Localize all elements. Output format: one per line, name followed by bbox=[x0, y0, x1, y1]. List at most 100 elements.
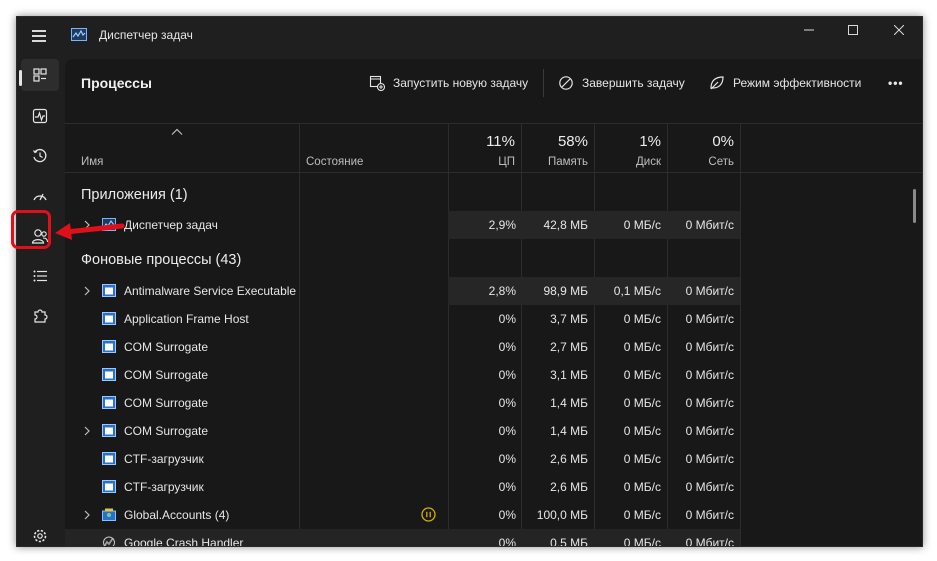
expand-chevron-icon[interactable] bbox=[83, 510, 91, 520]
disk-value: 0,1 МБ/с bbox=[613, 284, 661, 298]
nav-startup-apps[interactable] bbox=[21, 180, 59, 212]
paused-status-icon bbox=[421, 507, 436, 522]
table-row[interactable]: COM Surrogate 0% 2,7 МБ 0 МБ/с 0 Мбит/с bbox=[65, 333, 922, 361]
leaf-icon bbox=[710, 76, 724, 90]
efficiency-mode-label: Режим эффективности bbox=[733, 76, 862, 90]
vertical-scrollbar[interactable] bbox=[913, 189, 916, 223]
table-row[interactable]: COM Surrogate 0% 1,4 МБ 0 МБ/с 0 Мбит/с bbox=[65, 417, 922, 445]
memory-value: 2,7 МБ bbox=[550, 340, 588, 354]
network-value: 0 Мбит/с bbox=[685, 508, 734, 522]
table-row[interactable]: CTF-загрузчик 0% 2,6 МБ 0 МБ/с 0 Мбит/с bbox=[65, 445, 922, 473]
group-title-apps: Приложения (1) bbox=[81, 187, 188, 203]
disk-total: 1% bbox=[639, 133, 661, 150]
task-manager-process-icon bbox=[102, 218, 116, 231]
toolbar: Процессы Запустить новую задачу Завершит… bbox=[65, 59, 922, 107]
window-process-icon bbox=[102, 312, 116, 325]
window-process-icon bbox=[102, 368, 116, 381]
table-row[interactable]: Antimalware Service Executable 2,8% 98,9… bbox=[65, 277, 922, 305]
memory-value: 2,6 МБ bbox=[550, 452, 588, 466]
title-bar: Диспетчер задач bbox=[17, 17, 922, 53]
cpu-value: 0% bbox=[498, 424, 516, 438]
table-row[interactable]: Global.Accounts (4) 0% 100,0 МБ 0 МБ/с 0… bbox=[65, 501, 922, 529]
end-task-label: Завершить задачу bbox=[582, 76, 685, 90]
services-puzzle-icon bbox=[34, 309, 48, 323]
column-network[interactable]: Сеть bbox=[684, 156, 734, 168]
memory-value: 1,4 МБ bbox=[550, 396, 588, 410]
window-process-icon bbox=[102, 480, 116, 493]
close-button[interactable] bbox=[876, 17, 922, 43]
gear-icon bbox=[33, 529, 47, 543]
minimize-button[interactable] bbox=[786, 17, 832, 43]
process-name: Antimalware Service Executable bbox=[124, 284, 297, 298]
speedometer-icon bbox=[33, 193, 47, 201]
network-value: 0 Мбит/с bbox=[685, 368, 734, 382]
cpu-value: 2,8% bbox=[488, 284, 516, 298]
run-new-task-button[interactable]: Запустить новую задачу bbox=[369, 74, 528, 92]
end-task-icon bbox=[559, 76, 573, 90]
nav-performance[interactable] bbox=[21, 100, 59, 132]
memory-value: 3,7 МБ bbox=[550, 312, 588, 326]
window-title: Диспетчер задач bbox=[99, 28, 193, 42]
network-value: 0 Мбит/с bbox=[685, 284, 734, 298]
nav-details[interactable] bbox=[21, 260, 59, 292]
window-process-icon bbox=[102, 424, 116, 437]
network-value: 0 Мбит/с bbox=[685, 312, 734, 326]
table-row[interactable]: CTF-загрузчик 0% 2,6 МБ 0 МБ/с 0 Мбит/с bbox=[65, 473, 922, 501]
cpu-value: 0% bbox=[498, 536, 516, 546]
window-process-icon bbox=[102, 340, 116, 353]
end-task-button[interactable]: Завершить задачу bbox=[558, 74, 685, 92]
sort-up-chevron-icon[interactable] bbox=[171, 128, 183, 136]
memory-value: 1,4 МБ bbox=[550, 424, 588, 438]
network-value: 0 Мбит/с bbox=[685, 452, 734, 466]
column-status[interactable]: Состояние bbox=[306, 156, 363, 168]
cpu-value: 0% bbox=[498, 480, 516, 494]
disk-value: 0 МБ/с bbox=[623, 396, 661, 410]
process-name: CTF-загрузчик bbox=[124, 480, 204, 494]
column-memory[interactable]: Память bbox=[528, 156, 588, 168]
nav-app-history[interactable] bbox=[21, 140, 59, 172]
disk-value: 0 МБ/с bbox=[623, 312, 661, 326]
details-list-icon bbox=[33, 270, 47, 282]
memory-value: 3,1 МБ bbox=[550, 368, 588, 382]
expand-chevron-icon[interactable] bbox=[83, 426, 91, 436]
cpu-total: 11% bbox=[486, 133, 515, 150]
efficiency-mode-button[interactable]: Режим эффективности bbox=[709, 74, 861, 92]
processes-page: Процессы Запустить новую задачу Завершит… bbox=[65, 59, 922, 546]
window-process-icon bbox=[102, 396, 116, 409]
table-row[interactable]: COM Surrogate 0% 1,4 МБ 0 МБ/с 0 Мбит/с bbox=[65, 389, 922, 417]
memory-value: 100,0 МБ bbox=[536, 508, 588, 522]
expand-chevron-icon[interactable] bbox=[83, 220, 91, 230]
network-value: 0 Мбит/с bbox=[685, 396, 734, 410]
cpu-value: 0% bbox=[498, 452, 516, 466]
table-row[interactable]: Application Frame Host 0% 3,7 МБ 0 МБ/с … bbox=[65, 305, 922, 333]
column-cpu[interactable]: ЦП bbox=[465, 156, 515, 168]
cpu-value: 0% bbox=[498, 508, 516, 522]
network-value: 0 Мбит/с bbox=[685, 480, 734, 494]
column-header: Имя Состояние 11% ЦП 58% Память 1% Диск … bbox=[65, 123, 922, 173]
process-name: COM Surrogate bbox=[124, 340, 209, 354]
table-row[interactable]: COM Surrogate 0% 3,1 МБ 0 МБ/с 0 Мбит/с bbox=[65, 361, 922, 389]
process-name: Google Crash Handler bbox=[124, 536, 244, 546]
cpu-value: 0% bbox=[498, 368, 516, 382]
sidebar bbox=[17, 53, 63, 546]
more-options-button[interactable]: ••• bbox=[888, 74, 904, 92]
task-manager-window: Диспетчер задач Процессы Запустить новую… bbox=[16, 16, 923, 547]
nav-settings[interactable] bbox=[21, 520, 59, 546]
table-row[interactable]: Google Crash Handler 0% 0,5 МБ 0 МБ/с 0 … bbox=[65, 529, 922, 546]
table-row[interactable]: Диспетчер задач 2,9% 42,8 МБ 0 МБ/с 0 Мб… bbox=[65, 211, 922, 239]
network-value: 0 Мбит/с bbox=[685, 424, 734, 438]
disk-value: 0 МБ/с bbox=[623, 480, 661, 494]
history-icon bbox=[33, 148, 47, 163]
column-disk[interactable]: Диск bbox=[611, 156, 661, 168]
column-name[interactable]: Имя bbox=[81, 156, 103, 168]
maximize-button[interactable] bbox=[830, 17, 876, 43]
menu-icon[interactable] bbox=[29, 27, 49, 43]
window-process-icon bbox=[102, 452, 116, 465]
disk-value: 0 МБ/с bbox=[623, 218, 661, 232]
accounts-folder-icon bbox=[102, 508, 116, 521]
nav-processes[interactable] bbox=[21, 59, 59, 91]
nav-services[interactable] bbox=[21, 300, 59, 332]
network-value: 0 Мбит/с bbox=[685, 536, 734, 546]
processes-icon bbox=[33, 68, 47, 82]
expand-chevron-icon[interactable] bbox=[83, 286, 91, 296]
